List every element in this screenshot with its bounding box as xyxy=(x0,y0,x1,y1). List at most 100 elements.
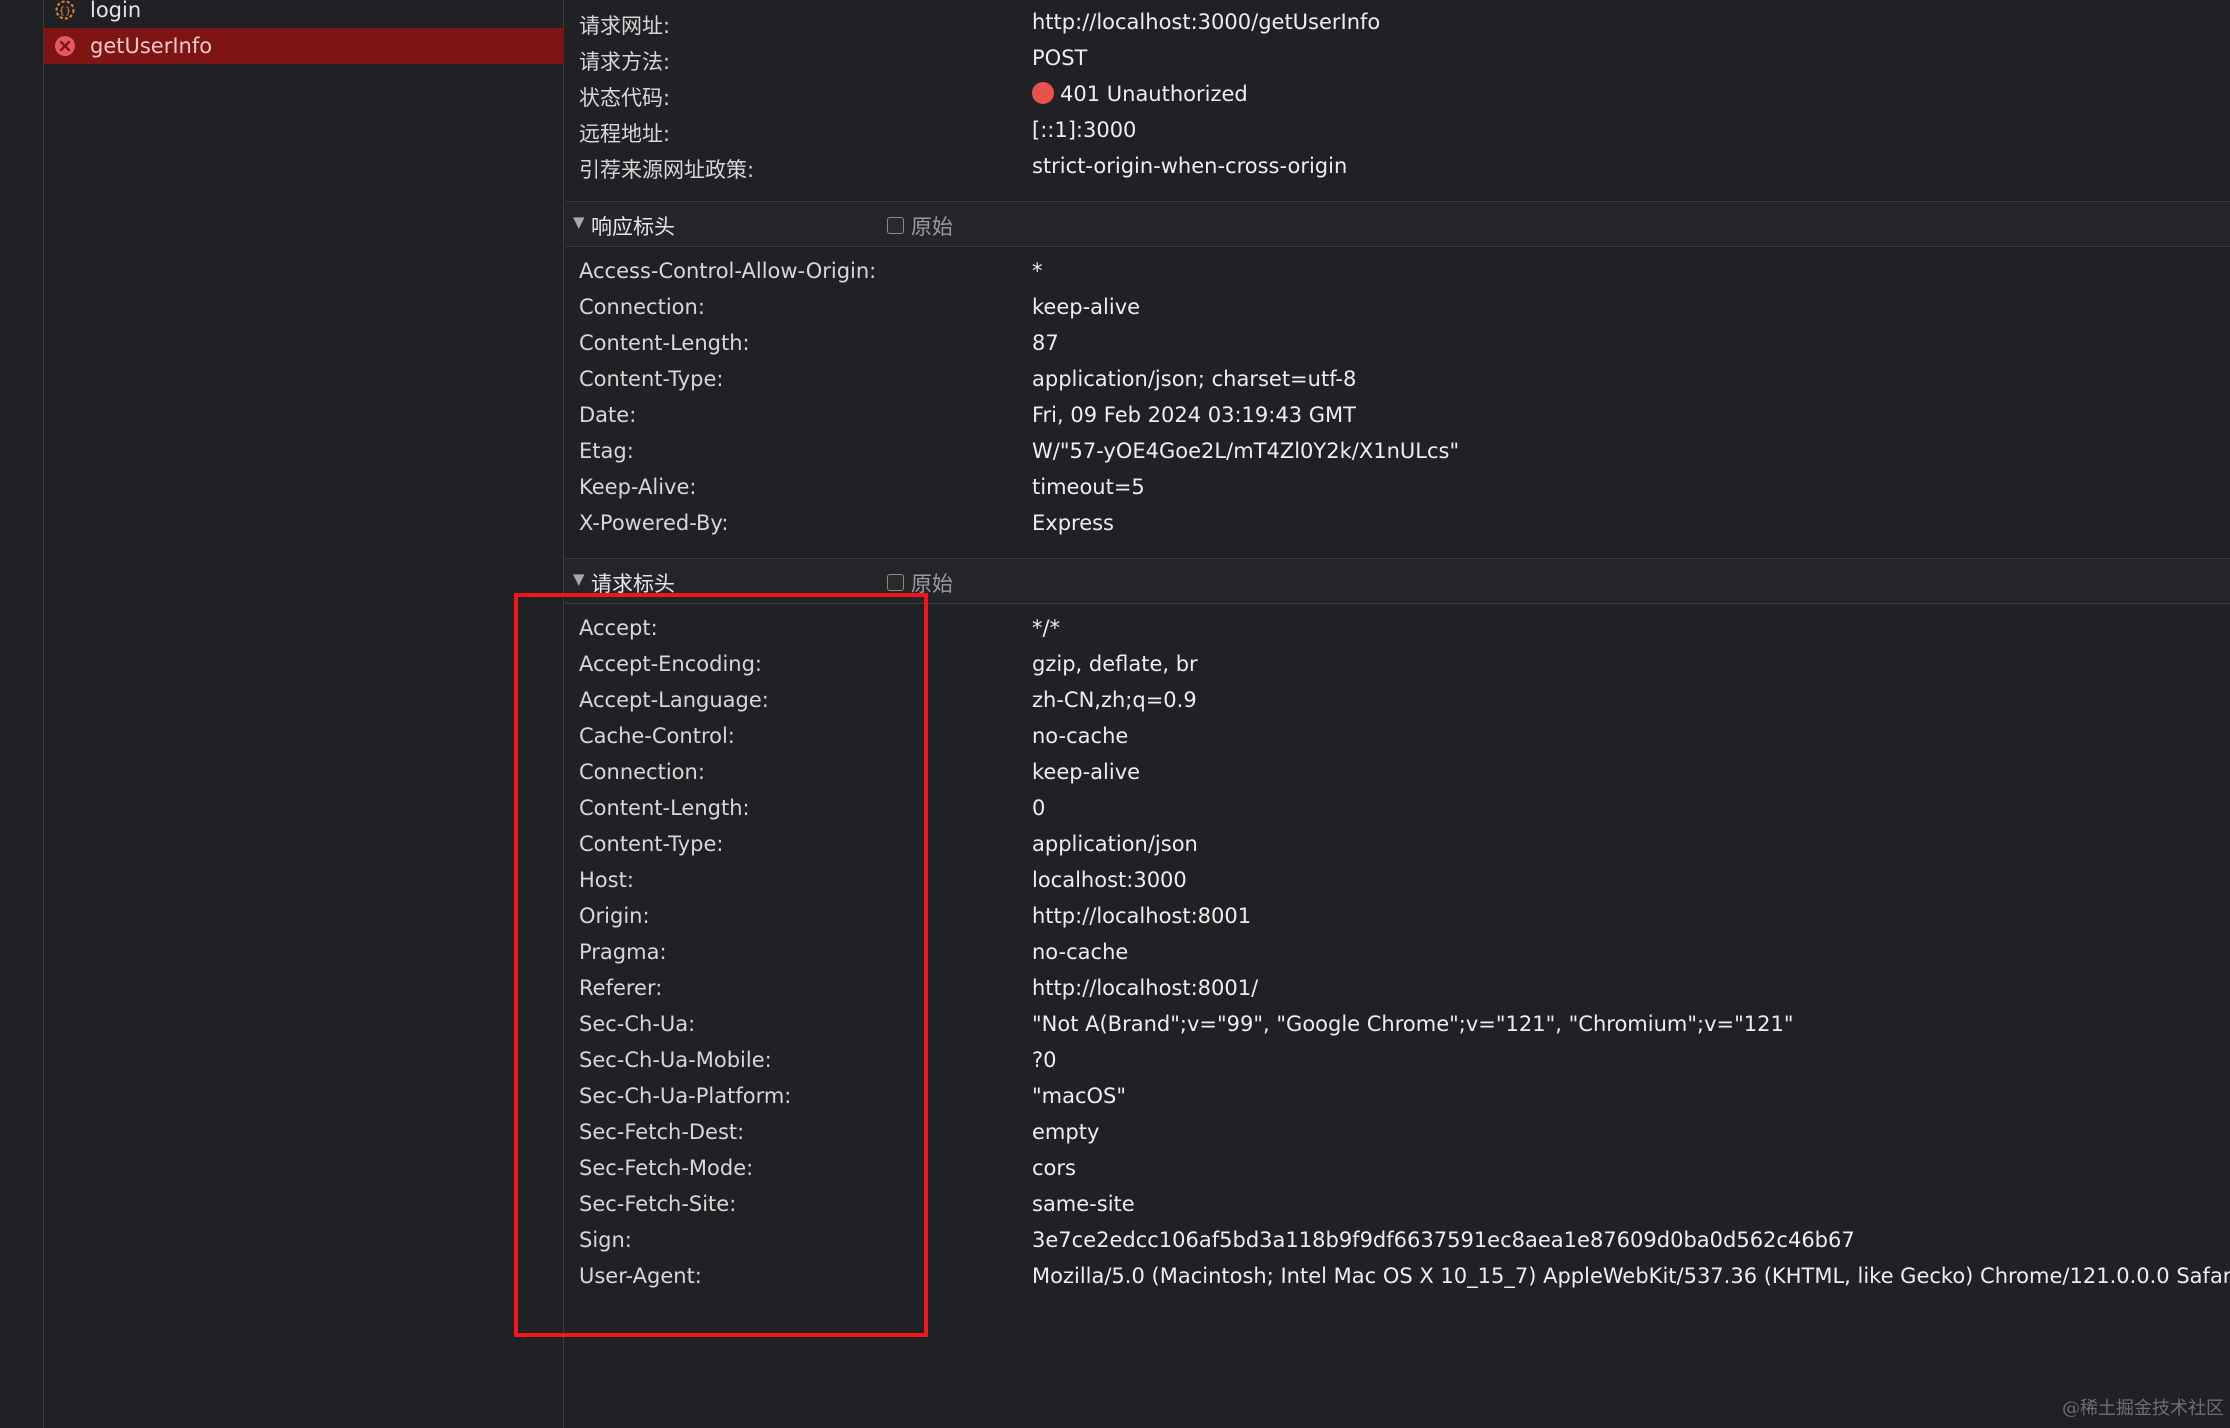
header-value: timeout=5 xyxy=(1032,475,1145,499)
header-value: "macOS" xyxy=(1032,1084,1127,1108)
header-value: keep-alive xyxy=(1032,295,1141,319)
header-value: 0 xyxy=(1032,796,1046,820)
raw-checkbox[interactable] xyxy=(887,574,904,591)
header-value: ?0 xyxy=(1032,1048,1057,1072)
general-value: [::1]:3000 xyxy=(1032,118,1137,142)
header-row: Accept-Language: zh-CN,zh;q=0.9 xyxy=(565,682,2230,718)
header-row: Pragma: no-cache xyxy=(565,934,2230,970)
header-row: Sign: 3e7ce2edcc106af5bd3a118b9f9df663759… xyxy=(565,1222,2230,1258)
svg-text:{}: {} xyxy=(59,6,72,17)
header-key: Sign: xyxy=(579,1228,632,1252)
general-key: 请求网址: xyxy=(579,14,671,38)
header-value: application/json xyxy=(1032,832,1198,856)
header-value: cors xyxy=(1032,1156,1076,1180)
header-value: */* xyxy=(1032,616,1061,640)
header-value: zh-CN,zh;q=0.9 xyxy=(1032,688,1197,712)
general-value: strict-origin-when-cross-origin xyxy=(1032,154,1348,178)
header-value: keep-alive xyxy=(1032,760,1141,784)
header-key: Etag: xyxy=(579,439,634,463)
headers-details: 请求网址: http://localhost:3000/getUserInfo … xyxy=(565,0,2230,1428)
header-value: 87 xyxy=(1032,331,1059,355)
raw-label: 原始 xyxy=(911,215,953,239)
header-value: no-cache xyxy=(1032,940,1129,964)
header-value: W/"57-yOE4Goe2L/mT4Zl0Y2k/X1nULcs" xyxy=(1032,439,1460,463)
header-key: Sec-Fetch-Mode: xyxy=(579,1156,754,1180)
header-row: Content-Type: application/json xyxy=(565,826,2230,862)
general-value: POST xyxy=(1032,46,1088,70)
header-key: Content-Length: xyxy=(579,331,750,355)
general-row: 引荐来源网址政策: strict-origin-when-cross-origi… xyxy=(565,148,2230,184)
raw-label: 原始 xyxy=(911,572,953,596)
header-value: same-site xyxy=(1032,1192,1135,1216)
response-headers-section-header[interactable]: ▼ 响应标头 原始 xyxy=(565,201,2230,247)
request-item-getuserinfo[interactable]: getUserInfo xyxy=(44,28,564,64)
header-row: Accept: */* xyxy=(565,610,2230,646)
header-row: Cache-Control: no-cache xyxy=(565,718,2230,754)
header-key: Sec-Ch-Ua: xyxy=(579,1012,696,1036)
header-row: Sec-Fetch-Site: same-site xyxy=(565,1186,2230,1222)
request-headers-section-header[interactable]: ▼ 请求标头 原始 xyxy=(565,558,2230,604)
general-value: http://localhost:3000/getUserInfo xyxy=(1032,10,1381,34)
header-key: Content-Type: xyxy=(579,832,724,856)
expand-triangle-icon[interactable]: ▼ xyxy=(573,570,585,588)
fetch-request-icon: {} xyxy=(54,0,76,21)
header-key: Sec-Ch-Ua-Platform: xyxy=(579,1084,792,1108)
general-row: 远程地址: [::1]:3000 xyxy=(565,112,2230,148)
header-row: Access-Control-Allow-Origin: * xyxy=(565,253,2230,289)
general-key: 状态代码: xyxy=(579,86,671,110)
devtools-network-panel: {} login getUserInfo 请求网址: http://localh… xyxy=(0,0,2230,1428)
header-row: Sec-Ch-Ua-Platform: "macOS" xyxy=(565,1078,2230,1114)
header-value: gzip, deflate, br xyxy=(1032,652,1198,676)
header-key: Keep-Alive: xyxy=(579,475,697,499)
header-value: * xyxy=(1032,259,1043,283)
left-gutter xyxy=(0,0,44,1428)
header-row: Referer: http://localhost:8001/ xyxy=(565,970,2230,1006)
header-key: Accept: xyxy=(579,616,658,640)
header-row: X-Powered-By: Express xyxy=(565,505,2230,541)
header-value: Mozilla/5.0 (Macintosh; Intel Mac OS X 1… xyxy=(1032,1264,2230,1288)
header-value: http://localhost:8001/ xyxy=(1032,976,1259,1000)
header-row: Content-Length: 87 xyxy=(565,325,2230,361)
header-row: Connection: keep-alive xyxy=(565,289,2230,325)
header-value: 3e7ce2edcc106af5bd3a118b9f9df6637591ec8a… xyxy=(1032,1228,1855,1252)
general-key: 远程地址: xyxy=(579,122,671,146)
general-key: 请求方法: xyxy=(579,50,671,74)
header-key: Connection: xyxy=(579,295,705,319)
header-value: Fri, 09 Feb 2024 03:19:43 GMT xyxy=(1032,403,1356,427)
header-key: Sec-Fetch-Site: xyxy=(579,1192,737,1216)
header-key: Origin: xyxy=(579,904,650,928)
header-key: Accept-Encoding: xyxy=(579,652,763,676)
header-value: Express xyxy=(1032,511,1115,535)
request-item-login[interactable]: {} login xyxy=(44,0,564,28)
header-key: Referer: xyxy=(579,976,663,1000)
general-row: 请求网址: http://localhost:3000/getUserInfo xyxy=(565,4,2230,40)
header-row: User-Agent: Mozilla/5.0 (Macintosh; Intel… xyxy=(565,1258,2230,1294)
header-key: Connection: xyxy=(579,760,705,784)
header-key: Content-Type: xyxy=(579,367,724,391)
general-key: 引荐来源网址政策: xyxy=(579,158,755,182)
header-value: "Not A(Brand";v="99", "Google Chrome";v=… xyxy=(1032,1012,1794,1036)
expand-triangle-icon[interactable]: ▼ xyxy=(573,213,585,231)
request-item-label: login xyxy=(90,0,142,22)
header-key: X-Powered-By: xyxy=(579,511,729,535)
header-row: Origin: http://localhost:8001 xyxy=(565,898,2230,934)
header-value: localhost:3000 xyxy=(1032,868,1187,892)
general-row: 状态代码: 401 Unauthorized xyxy=(565,76,2230,112)
header-row: Sec-Fetch-Mode: cors xyxy=(565,1150,2230,1186)
header-value: no-cache xyxy=(1032,724,1129,748)
header-row: Accept-Encoding: gzip, deflate, br xyxy=(565,646,2230,682)
header-row: Connection: keep-alive xyxy=(565,754,2230,790)
header-row: Host: localhost:3000 xyxy=(565,862,2230,898)
header-row: Keep-Alive: timeout=5 xyxy=(565,469,2230,505)
status-code-value: 401 Unauthorized xyxy=(1032,82,1248,106)
header-row: Content-Type: application/json; charset=u… xyxy=(565,361,2230,397)
header-row: Content-Length: 0 xyxy=(565,790,2230,826)
header-row: Date: Fri, 09 Feb 2024 03:19:43 GMT xyxy=(565,397,2230,433)
request-item-label: getUserInfo xyxy=(90,34,213,58)
header-key: Cache-Control: xyxy=(579,724,735,748)
header-value: application/json; charset=utf-8 xyxy=(1032,367,1357,391)
header-row: Sec-Ch-Ua: "Not A(Brand";v="99", "Google … xyxy=(565,1006,2230,1042)
header-key: Sec-Fetch-Dest: xyxy=(579,1120,745,1144)
raw-checkbox[interactable] xyxy=(887,217,904,234)
header-value: http://localhost:8001 xyxy=(1032,904,1252,928)
